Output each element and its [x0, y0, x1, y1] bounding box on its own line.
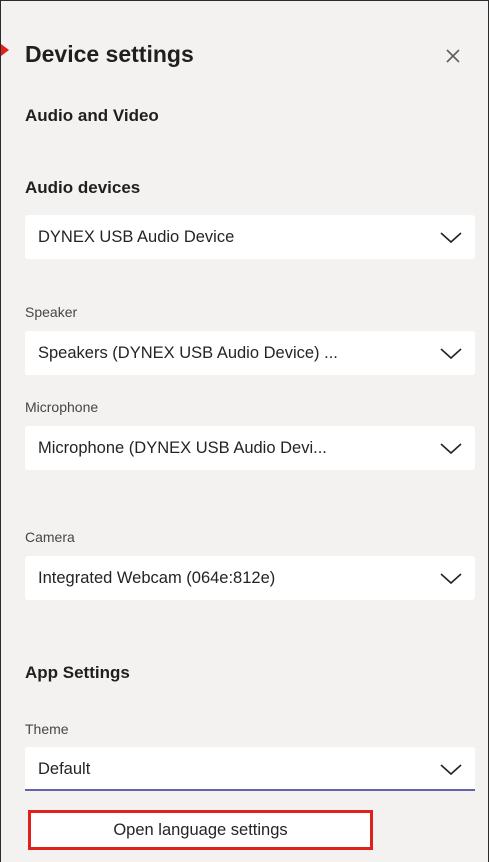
panel-title: Device settings — [25, 41, 194, 67]
open-language-settings-label: Open language settings — [113, 821, 288, 839]
theme-value: Default — [38, 760, 91, 778]
audio-device-dropdown[interactable]: DYNEX USB Audio Device — [25, 215, 475, 259]
chevron-down-icon — [440, 764, 462, 776]
microphone-label: Microphone — [25, 399, 99, 415]
device-settings-panel: Device settings Audio and Video Audio de… — [0, 0, 489, 862]
microphone-value: Microphone (DYNEX USB Audio Devi... — [38, 439, 327, 457]
theme-dropdown[interactable]: Default — [25, 747, 475, 791]
speaker-label: Speaker — [25, 304, 78, 320]
audio-devices-heading: Audio devices — [25, 178, 141, 197]
speaker-value: Speakers (DYNEX USB Audio Device) ... — [38, 344, 338, 362]
chevron-down-icon — [440, 348, 462, 360]
camera-value: Integrated Webcam (064e:812e) — [38, 569, 276, 587]
app-settings-heading: App Settings — [25, 663, 130, 682]
audio-device-value: DYNEX USB Audio Device — [38, 228, 235, 246]
close-icon — [446, 49, 460, 63]
camera-label: Camera — [25, 529, 75, 545]
annotation-arrow — [1, 44, 9, 56]
speaker-dropdown[interactable]: Speakers (DYNEX USB Audio Device) ... — [25, 331, 475, 375]
chevron-down-icon — [440, 573, 462, 585]
open-language-settings-button[interactable]: Open language settings — [28, 810, 373, 850]
theme-label: Theme — [25, 721, 69, 737]
close-button[interactable] — [438, 41, 468, 71]
chevron-down-icon — [440, 232, 462, 244]
microphone-dropdown[interactable]: Microphone (DYNEX USB Audio Devi... — [25, 426, 475, 470]
chevron-down-icon — [440, 443, 462, 455]
camera-dropdown[interactable]: Integrated Webcam (064e:812e) — [25, 556, 475, 600]
audio-video-heading: Audio and Video — [25, 106, 159, 125]
